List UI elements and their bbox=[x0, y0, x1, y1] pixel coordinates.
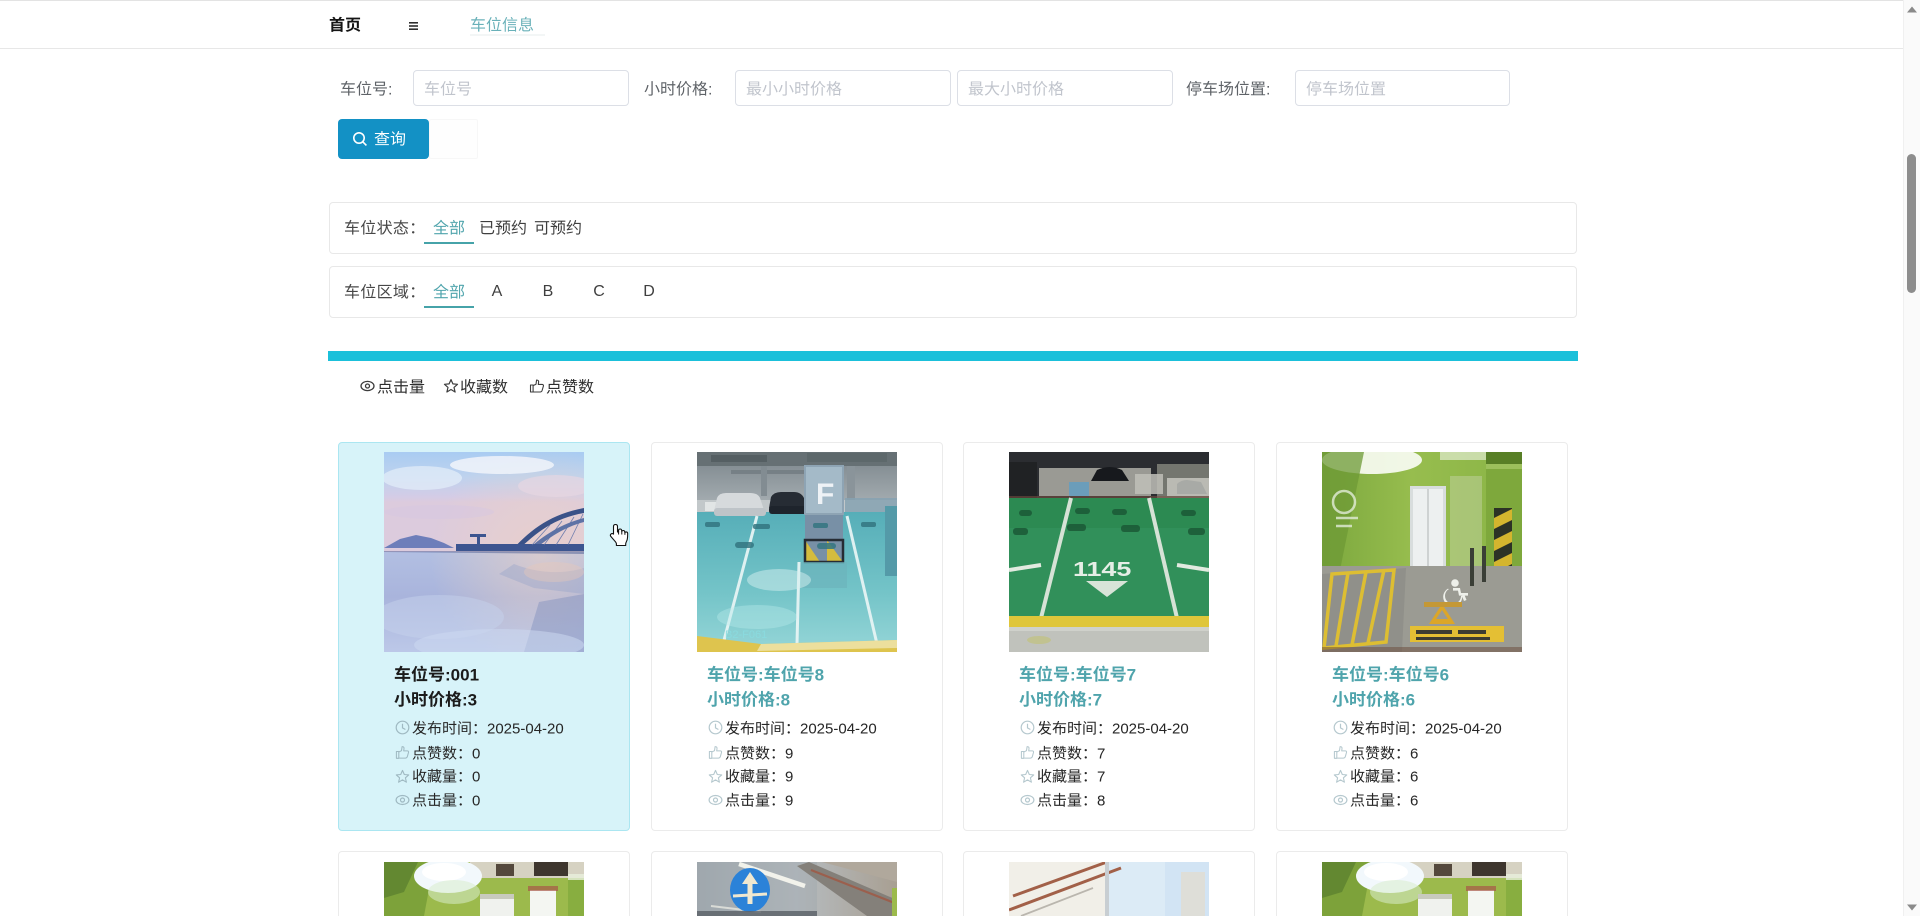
svg-text:7: 7 bbox=[1097, 769, 1105, 786]
svg-text:B2-F061: B2-F061 bbox=[725, 629, 767, 641]
svg-text::: : bbox=[758, 665, 764, 684]
svg-text:6: 6 bbox=[1410, 745, 1418, 762]
svg-text:F: F bbox=[816, 478, 834, 511]
svg-text:8: 8 bbox=[1097, 792, 1105, 809]
svg-text:2025-04-20: 2025-04-20 bbox=[487, 720, 564, 737]
svg-text:9: 9 bbox=[785, 769, 793, 786]
svg-text:9: 9 bbox=[785, 792, 793, 809]
svg-text::: : bbox=[1266, 81, 1270, 98]
svg-text:6: 6 bbox=[1410, 769, 1418, 786]
svg-text::: : bbox=[708, 81, 712, 98]
svg-text:7: 7 bbox=[1097, 745, 1105, 762]
svg-text:0: 0 bbox=[472, 792, 480, 809]
svg-text:2025-04-20: 2025-04-20 bbox=[800, 720, 877, 737]
svg-text::001: :001 bbox=[445, 665, 479, 684]
svg-text:8: 8 bbox=[814, 665, 823, 684]
svg-text::6: :6 bbox=[1400, 690, 1415, 709]
svg-text::: : bbox=[1383, 665, 1389, 684]
svg-text:7: 7 bbox=[1127, 665, 1136, 684]
svg-text:2025-04-20: 2025-04-20 bbox=[1112, 720, 1189, 737]
svg-text::: : bbox=[388, 81, 392, 98]
svg-text::3: :3 bbox=[462, 690, 477, 709]
svg-text:6: 6 bbox=[1439, 665, 1448, 684]
svg-text::8: :8 bbox=[775, 690, 790, 709]
svg-text::: : bbox=[1070, 665, 1076, 684]
svg-text::7: :7 bbox=[1087, 690, 1102, 709]
svg-text:0: 0 bbox=[472, 745, 480, 762]
svg-text:6: 6 bbox=[1410, 792, 1418, 809]
svg-text:9: 9 bbox=[785, 745, 793, 762]
svg-text:1145: 1145 bbox=[1073, 558, 1131, 581]
svg-text:0: 0 bbox=[472, 769, 480, 786]
svg-text:2025-04-20: 2025-04-20 bbox=[1425, 720, 1502, 737]
